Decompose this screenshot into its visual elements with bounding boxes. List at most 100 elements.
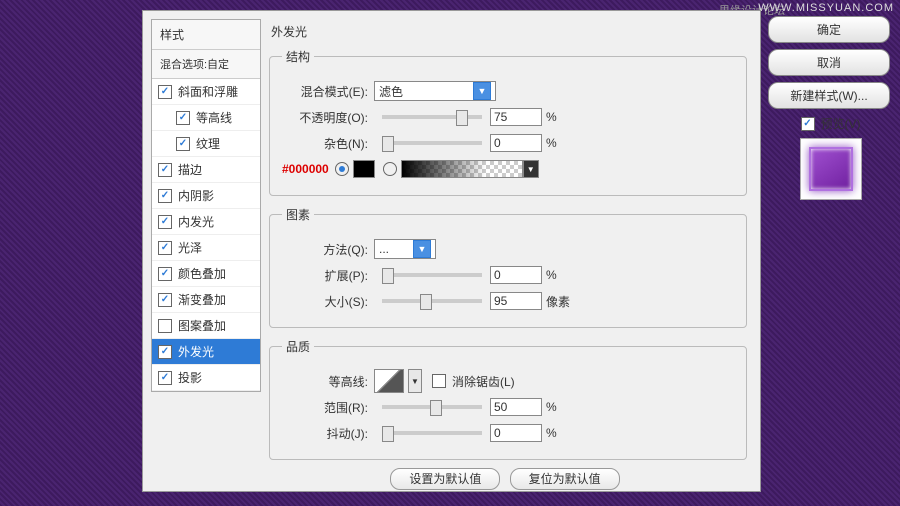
slider-thumb[interactable] xyxy=(382,426,394,442)
panel-title: 外发光 xyxy=(269,19,747,48)
ok-button[interactable]: 确定 xyxy=(768,16,890,43)
opacity-input[interactable]: 75 xyxy=(490,108,542,126)
blend-mode-select[interactable]: 滤色 ▼ xyxy=(374,81,496,101)
sidebar-item-4[interactable]: 内阴影 xyxy=(152,183,260,209)
chevron-down-icon: ▼ xyxy=(473,82,491,100)
group-elements-legend: 图素 xyxy=(282,206,314,223)
size-unit: 像素 xyxy=(546,293,570,310)
sidebar-item-label: 颜色叠加 xyxy=(178,265,226,282)
sidebar-item-6[interactable]: 光泽 xyxy=(152,235,260,261)
default-buttons-row: 设置为默认值 复位为默认值 xyxy=(269,470,747,487)
contour-picker[interactable] xyxy=(374,369,404,393)
opacity-label: 不透明度(O): xyxy=(282,109,368,126)
group-structure-legend: 结构 xyxy=(282,48,314,65)
antialias-checkbox[interactable] xyxy=(432,374,446,388)
hex-annotation: #000000 xyxy=(282,162,329,176)
group-quality: 品质 等高线: ▼ 消除锯齿(L) 范围(R): 50 % 抖动(J): 0 % xyxy=(269,338,747,460)
method-select[interactable]: ... ▼ xyxy=(374,239,436,259)
sidebar-item-label: 纹理 xyxy=(196,135,220,152)
style-checkbox[interactable] xyxy=(158,371,172,385)
jitter-slider[interactable] xyxy=(382,431,482,435)
style-checkbox[interactable] xyxy=(158,85,172,99)
sidebar-item-label: 渐变叠加 xyxy=(178,291,226,308)
style-checkbox[interactable] xyxy=(158,163,172,177)
slider-thumb[interactable] xyxy=(420,294,432,310)
chevron-down-icon[interactable]: ▼ xyxy=(408,369,422,393)
method-label: 方法(Q): xyxy=(282,241,368,258)
size-label: 大小(S): xyxy=(282,293,368,310)
group-structure: 结构 混合模式(E): 滤色 ▼ 不透明度(O): 75 % 杂色(N): 0 … xyxy=(269,48,747,196)
sidebar-item-5[interactable]: 内发光 xyxy=(152,209,260,235)
sidebar-item-1[interactable]: 等高线 xyxy=(152,105,260,131)
blend-options-row[interactable]: 混合选项:自定 xyxy=(152,50,260,79)
sidebar-item-7[interactable]: 颜色叠加 xyxy=(152,261,260,287)
reset-default-button[interactable]: 复位为默认值 xyxy=(510,468,620,490)
set-default-button[interactable]: 设置为默认值 xyxy=(390,468,500,490)
noise-input[interactable]: 0 xyxy=(490,134,542,152)
preview-thumb xyxy=(809,147,853,191)
spread-input[interactable]: 0 xyxy=(490,266,542,284)
new-style-button[interactable]: 新建样式(W)... xyxy=(768,82,890,109)
color-radio[interactable] xyxy=(335,162,349,176)
layer-style-dialog: 样式 混合选项:自定 斜面和浮雕等高线纹理描边内阴影内发光光泽颜色叠加渐变叠加图… xyxy=(142,10,761,492)
jitter-unit: % xyxy=(546,426,557,440)
size-slider[interactable] xyxy=(382,299,482,303)
blend-mode-label: 混合模式(E): xyxy=(282,83,368,100)
method-value: ... xyxy=(379,242,389,256)
sidebar-item-0[interactable]: 斜面和浮雕 xyxy=(152,79,260,105)
size-input[interactable]: 95 xyxy=(490,292,542,310)
spread-label: 扩展(P): xyxy=(282,267,368,284)
spread-slider[interactable] xyxy=(382,273,482,277)
style-checkbox[interactable] xyxy=(176,137,190,151)
gradient-preview[interactable] xyxy=(401,160,523,178)
watermark-text-2: WWW.MISSYUAN.COM xyxy=(758,2,894,14)
style-checkbox[interactable] xyxy=(158,345,172,359)
range-label: 范围(R): xyxy=(282,399,368,416)
range-slider[interactable] xyxy=(382,405,482,409)
sidebar-item-10[interactable]: 外发光 xyxy=(152,339,260,365)
slider-thumb[interactable] xyxy=(382,268,394,284)
contour-label: 等高线: xyxy=(282,373,368,390)
preview-box xyxy=(800,138,862,200)
jitter-input[interactable]: 0 xyxy=(490,424,542,442)
spread-unit: % xyxy=(546,268,557,282)
style-checkbox[interactable] xyxy=(176,111,190,125)
style-checkbox[interactable] xyxy=(158,189,172,203)
noise-unit: % xyxy=(546,136,557,150)
style-checkbox[interactable] xyxy=(158,293,172,307)
style-checkbox[interactable] xyxy=(158,215,172,229)
chevron-down-icon: ▼ xyxy=(413,240,431,258)
style-checkbox[interactable] xyxy=(158,241,172,255)
style-checkbox[interactable] xyxy=(158,267,172,281)
sidebar-header: 样式 xyxy=(152,20,260,50)
sidebar-item-label: 斜面和浮雕 xyxy=(178,83,238,100)
noise-label: 杂色(N): xyxy=(282,135,368,152)
cancel-button[interactable]: 取消 xyxy=(768,49,890,76)
range-unit: % xyxy=(546,400,557,414)
sidebar-item-9[interactable]: 图案叠加 xyxy=(152,313,260,339)
style-checkbox[interactable] xyxy=(158,319,172,333)
blend-mode-value: 滤色 xyxy=(379,83,403,100)
sidebar-item-8[interactable]: 渐变叠加 xyxy=(152,287,260,313)
jitter-label: 抖动(J): xyxy=(282,425,368,442)
sidebar-item-label: 内发光 xyxy=(178,213,214,230)
gradient-radio[interactable] xyxy=(383,162,397,176)
slider-thumb[interactable] xyxy=(456,110,468,126)
slider-thumb[interactable] xyxy=(382,136,394,152)
style-list: 样式 混合选项:自定 斜面和浮雕等高线纹理描边内阴影内发光光泽颜色叠加渐变叠加图… xyxy=(151,19,261,392)
sidebar-item-label: 内阴影 xyxy=(178,187,214,204)
sidebar-item-label: 图案叠加 xyxy=(178,317,226,334)
sidebar-item-label: 光泽 xyxy=(178,239,202,256)
sidebar-item-3[interactable]: 描边 xyxy=(152,157,260,183)
opacity-unit: % xyxy=(546,110,557,124)
chevron-down-icon[interactable]: ▼ xyxy=(523,160,539,178)
range-input[interactable]: 50 xyxy=(490,398,542,416)
sidebar-item-2[interactable]: 纹理 xyxy=(152,131,260,157)
noise-slider[interactable] xyxy=(382,141,482,145)
sidebar-item-label: 等高线 xyxy=(196,109,232,126)
opacity-slider[interactable] xyxy=(382,115,482,119)
color-swatch[interactable] xyxy=(353,160,375,178)
sidebar-item-11[interactable]: 投影 xyxy=(152,365,260,391)
slider-thumb[interactable] xyxy=(430,400,442,416)
preview-checkbox[interactable] xyxy=(801,117,815,131)
